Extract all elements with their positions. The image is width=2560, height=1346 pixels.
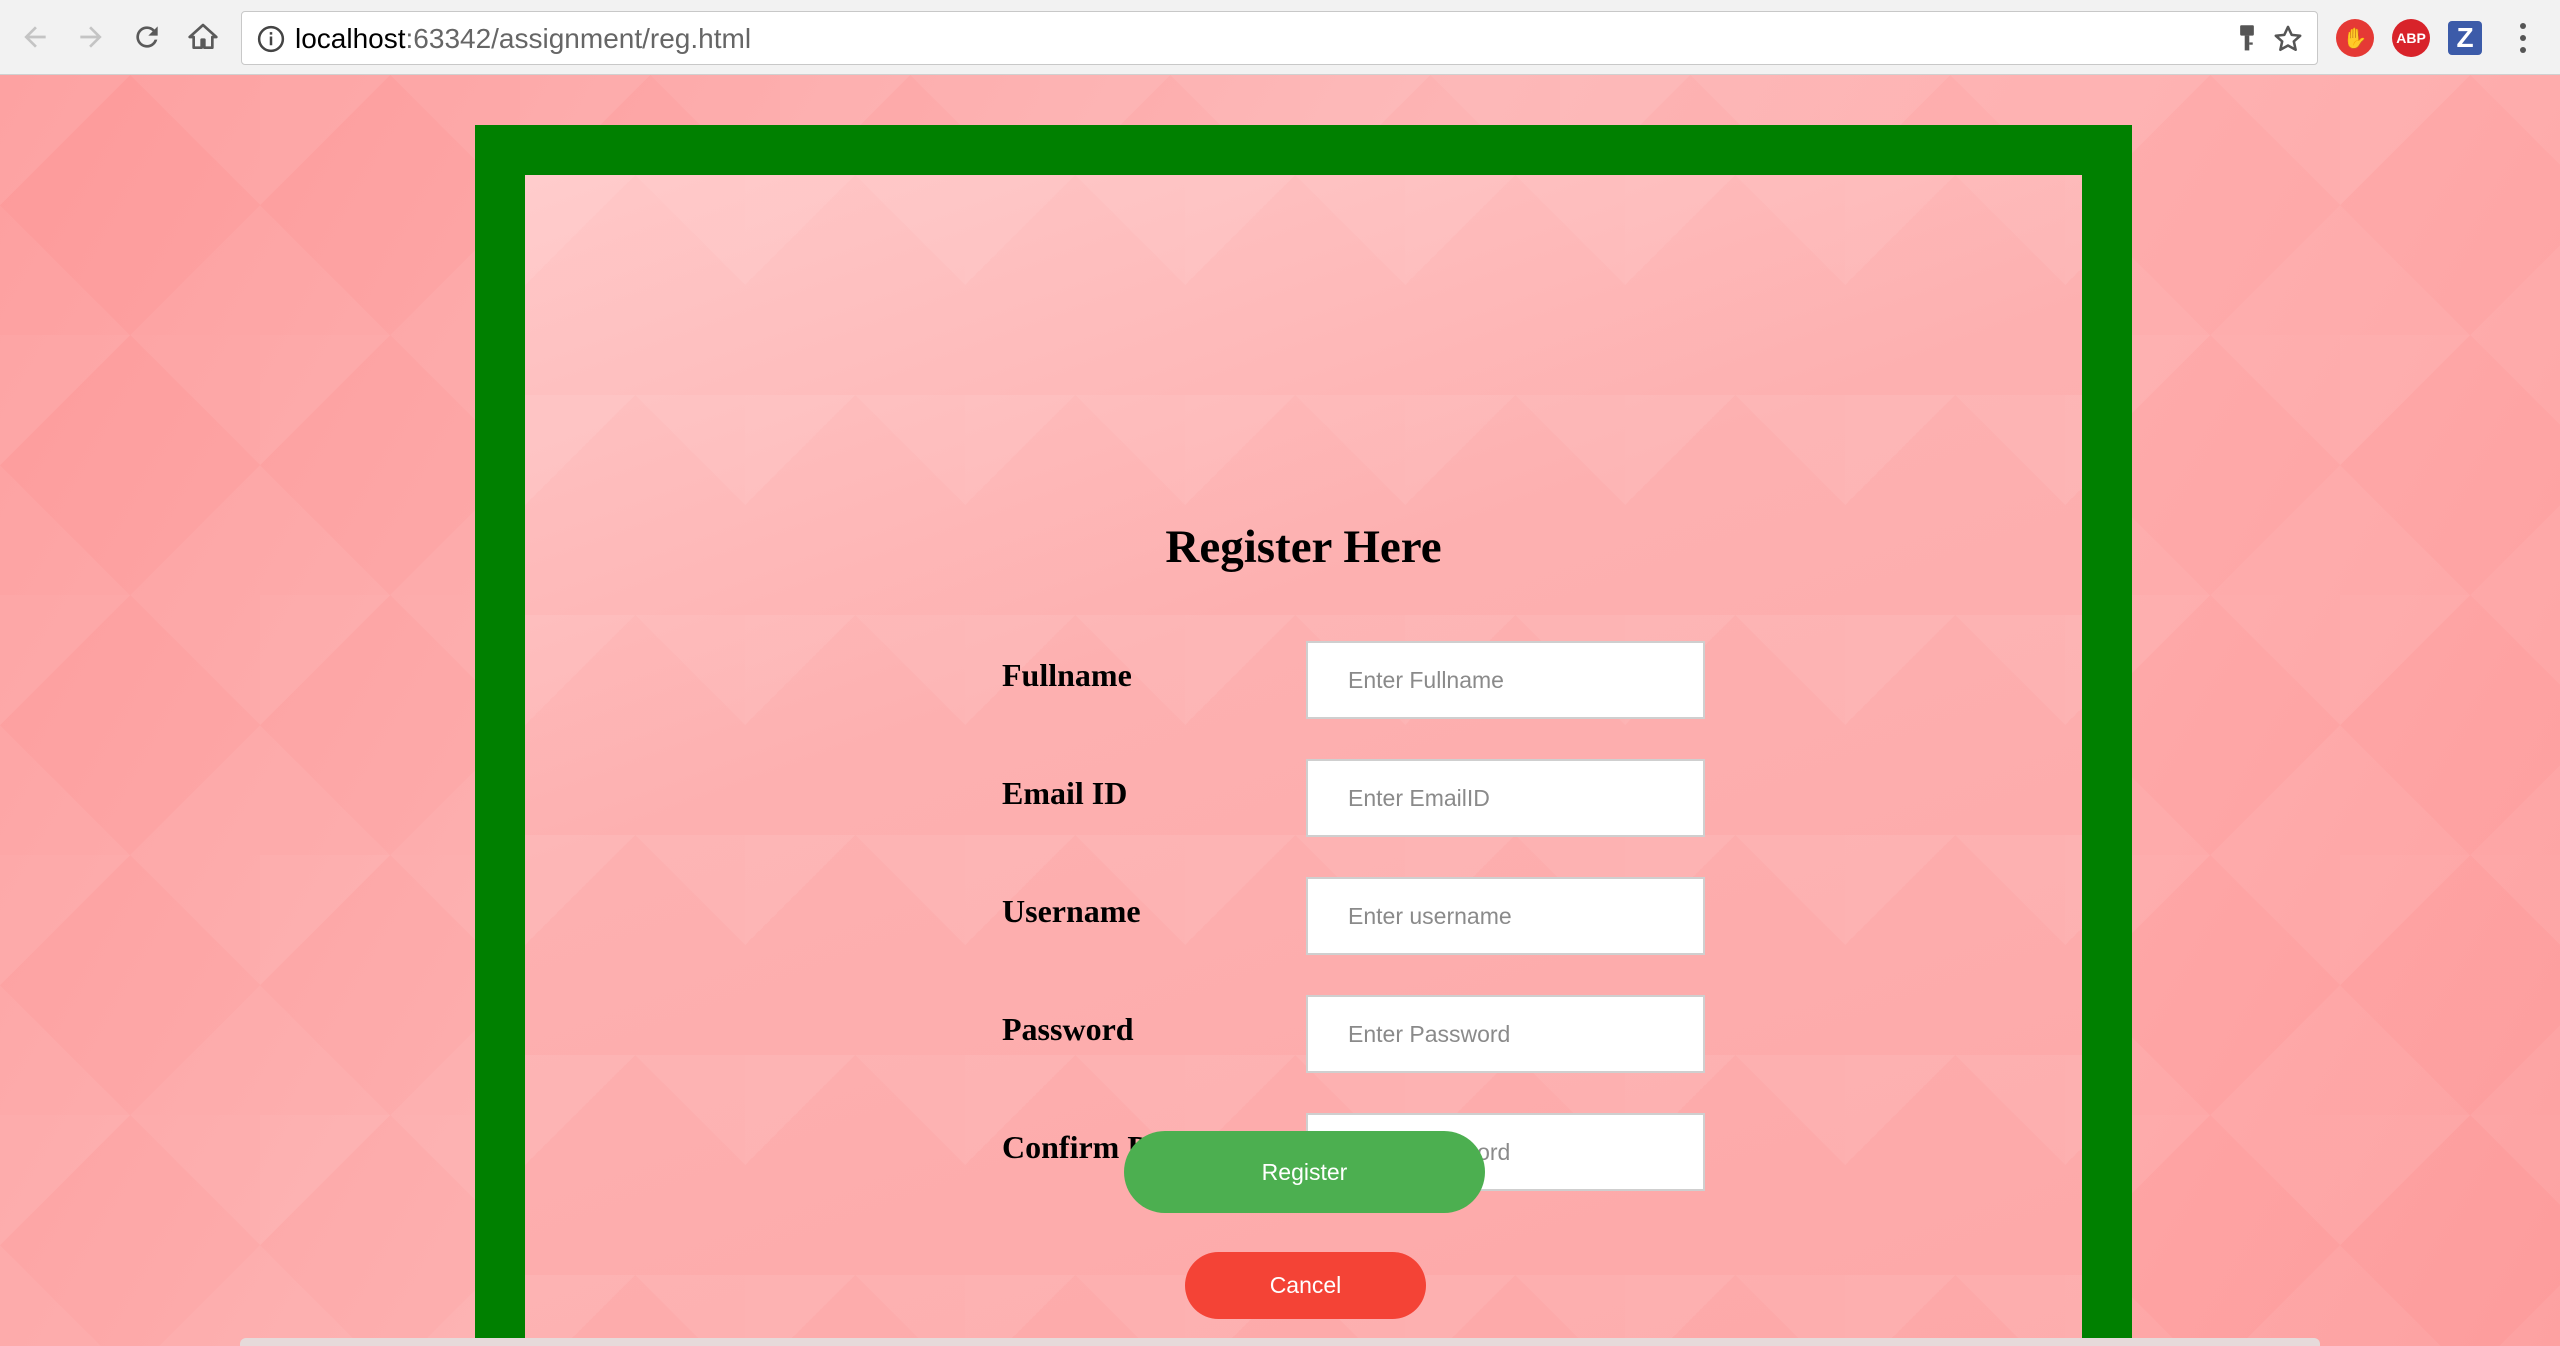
username-input[interactable] xyxy=(1306,877,1705,955)
hand-extension-icon[interactable]: ✋ xyxy=(2336,19,2374,57)
reload-icon xyxy=(136,26,158,48)
page-title: Register Here xyxy=(1165,521,1442,573)
back-arrow-icon xyxy=(24,26,46,48)
username-label: Username xyxy=(1002,893,1141,929)
forward-button[interactable] xyxy=(70,16,112,58)
password-row: Password xyxy=(1002,995,1705,1073)
url-host: localhost xyxy=(295,23,406,54)
cancel-button[interactable]: Cancel xyxy=(1185,1252,1426,1319)
home-icon xyxy=(188,23,218,49)
forward-arrow-icon xyxy=(80,26,102,48)
menu-dots-icon[interactable] xyxy=(2513,18,2533,58)
browser-toolbar: localhost:63342/assignment/reg.html ✋ AB… xyxy=(0,0,2560,75)
info-icon[interactable] xyxy=(256,24,286,54)
address-bar[interactable]: localhost:63342/assignment/reg.html xyxy=(241,11,2318,65)
reload-button[interactable] xyxy=(126,16,168,58)
adblock-plus-icon[interactable]: ABP xyxy=(2392,19,2430,57)
key-icon[interactable] xyxy=(2233,23,2261,55)
url-path: :63342/assignment/reg.html xyxy=(405,23,752,54)
fullname-row: Fullname xyxy=(1002,641,1705,719)
fullname-label: Fullname xyxy=(1002,657,1132,693)
password-label: Password xyxy=(1002,1011,1134,1047)
email-label: Email ID xyxy=(1002,775,1128,811)
z-extension-icon[interactable]: Z xyxy=(2448,21,2482,55)
back-button[interactable] xyxy=(14,16,56,58)
email-row: Email ID xyxy=(1002,759,1705,837)
bookmark-star-icon[interactable] xyxy=(2271,22,2305,56)
username-row: Username xyxy=(1002,877,1705,955)
bottom-bar xyxy=(240,1338,2320,1346)
register-button[interactable]: Register xyxy=(1124,1131,1485,1213)
fullname-input[interactable] xyxy=(1306,641,1705,719)
url-text[interactable]: localhost:63342/assignment/reg.html xyxy=(295,25,751,53)
password-input[interactable] xyxy=(1306,995,1705,1073)
home-button[interactable] xyxy=(182,16,224,58)
email-input[interactable] xyxy=(1306,759,1705,837)
